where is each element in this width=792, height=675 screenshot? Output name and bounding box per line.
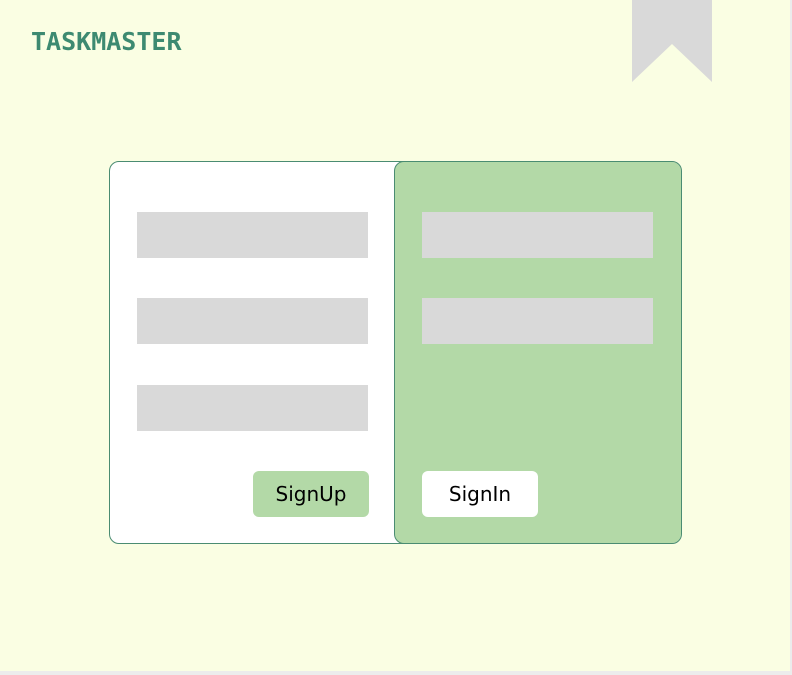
signin-field-2[interactable]	[422, 298, 653, 344]
auth-card: SignUp SignIn	[109, 161, 682, 544]
signup-field-2[interactable]	[137, 298, 368, 344]
page-background: TASKMASTER SignUp SignIn	[0, 0, 792, 675]
signin-panel: SignIn	[394, 162, 681, 543]
signup-button[interactable]: SignUp	[253, 471, 369, 517]
signup-field-1[interactable]	[137, 212, 368, 258]
signin-button[interactable]: SignIn	[422, 471, 538, 517]
bookmark-icon[interactable]	[632, 0, 712, 82]
app-logo: TASKMASTER	[31, 27, 182, 56]
signin-field-1[interactable]	[422, 212, 653, 258]
signup-field-3[interactable]	[137, 385, 368, 431]
